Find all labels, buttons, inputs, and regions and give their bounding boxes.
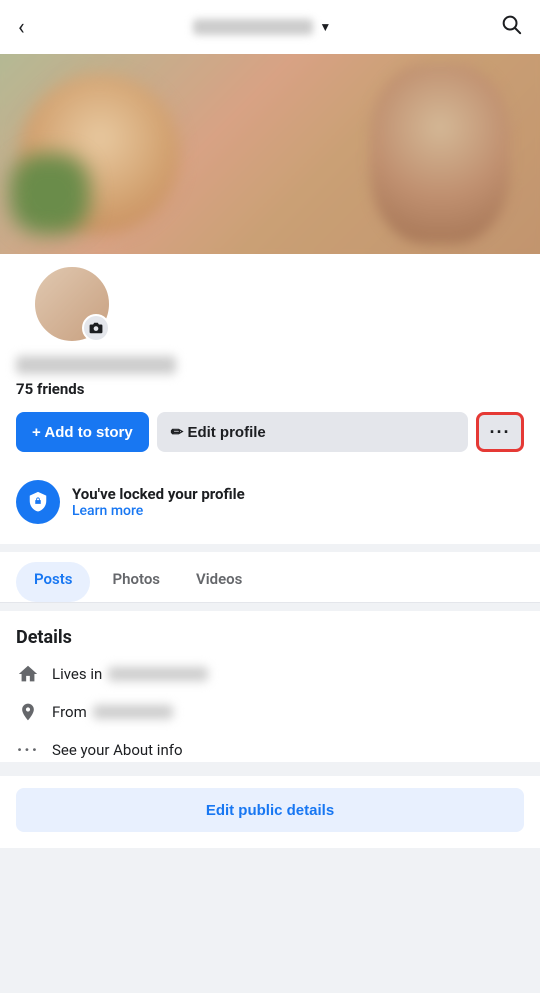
dots-icon: ··· [16, 738, 40, 762]
edit-public-details-wrapper: Edit public details [0, 776, 540, 848]
camera-badge[interactable] [82, 314, 110, 342]
more-options-button[interactable]: ··· [476, 412, 524, 452]
tab-posts[interactable]: Posts [16, 562, 90, 602]
add-to-story-button[interactable]: + Add to story [16, 412, 149, 452]
from-text: From [52, 703, 173, 721]
details-section: Details Lives in From ··· See your [0, 611, 540, 762]
friends-count: 75 friends [16, 380, 524, 398]
edit-public-details-button[interactable]: Edit public details [16, 788, 524, 832]
edit-profile-button[interactable]: ✏ Edit profile [157, 412, 468, 452]
search-icon[interactable] [500, 13, 522, 41]
section-divider [0, 544, 540, 552]
locked-profile-banner: You've locked your profile Learn more [16, 468, 524, 528]
locked-text-block: You've locked your profile Learn more [72, 485, 245, 519]
tabs-section: Posts Photos Videos [0, 552, 540, 603]
detail-lives-in: Lives in [16, 662, 524, 686]
action-buttons: + Add to story ✏ Edit profile ··· [16, 412, 524, 452]
dropdown-icon[interactable]: ▼ [319, 20, 331, 34]
tab-videos[interactable]: Videos [178, 558, 260, 603]
detail-from: From [16, 700, 524, 724]
locked-icon [16, 480, 60, 524]
from-blurred [93, 705, 173, 719]
shield-lock-icon [27, 491, 49, 513]
from-prefix: From [52, 703, 87, 721]
back-button[interactable]: ‹ [18, 15, 25, 40]
lives-in-blurred [108, 667, 208, 681]
tab-photos[interactable]: Photos [94, 558, 178, 603]
about-label: See your About info [52, 741, 183, 759]
avatar-row [16, 254, 524, 344]
learn-more-link[interactable]: Learn more [72, 503, 245, 519]
nav-title-wrapper: ▼ [193, 19, 331, 35]
friends-number: 75 [16, 380, 33, 398]
location-icon [16, 700, 40, 724]
cover-photo [0, 54, 540, 254]
about-text: See your About info [52, 741, 183, 759]
profile-name-blurred [16, 356, 176, 374]
top-nav: ‹ ▼ [0, 0, 540, 54]
lives-in-text: Lives in [52, 665, 208, 683]
friends-label: friends [37, 380, 85, 398]
nav-title-blurred [193, 19, 313, 35]
profile-section: 75 friends + Add to story ✏ Edit profile… [0, 254, 540, 544]
locked-title: You've locked your profile [72, 485, 245, 503]
avatar-container [32, 264, 112, 344]
details-title: Details [16, 627, 524, 648]
lives-in-prefix: Lives in [52, 665, 102, 683]
detail-about[interactable]: ··· See your About info [16, 738, 524, 762]
home-icon [16, 662, 40, 686]
